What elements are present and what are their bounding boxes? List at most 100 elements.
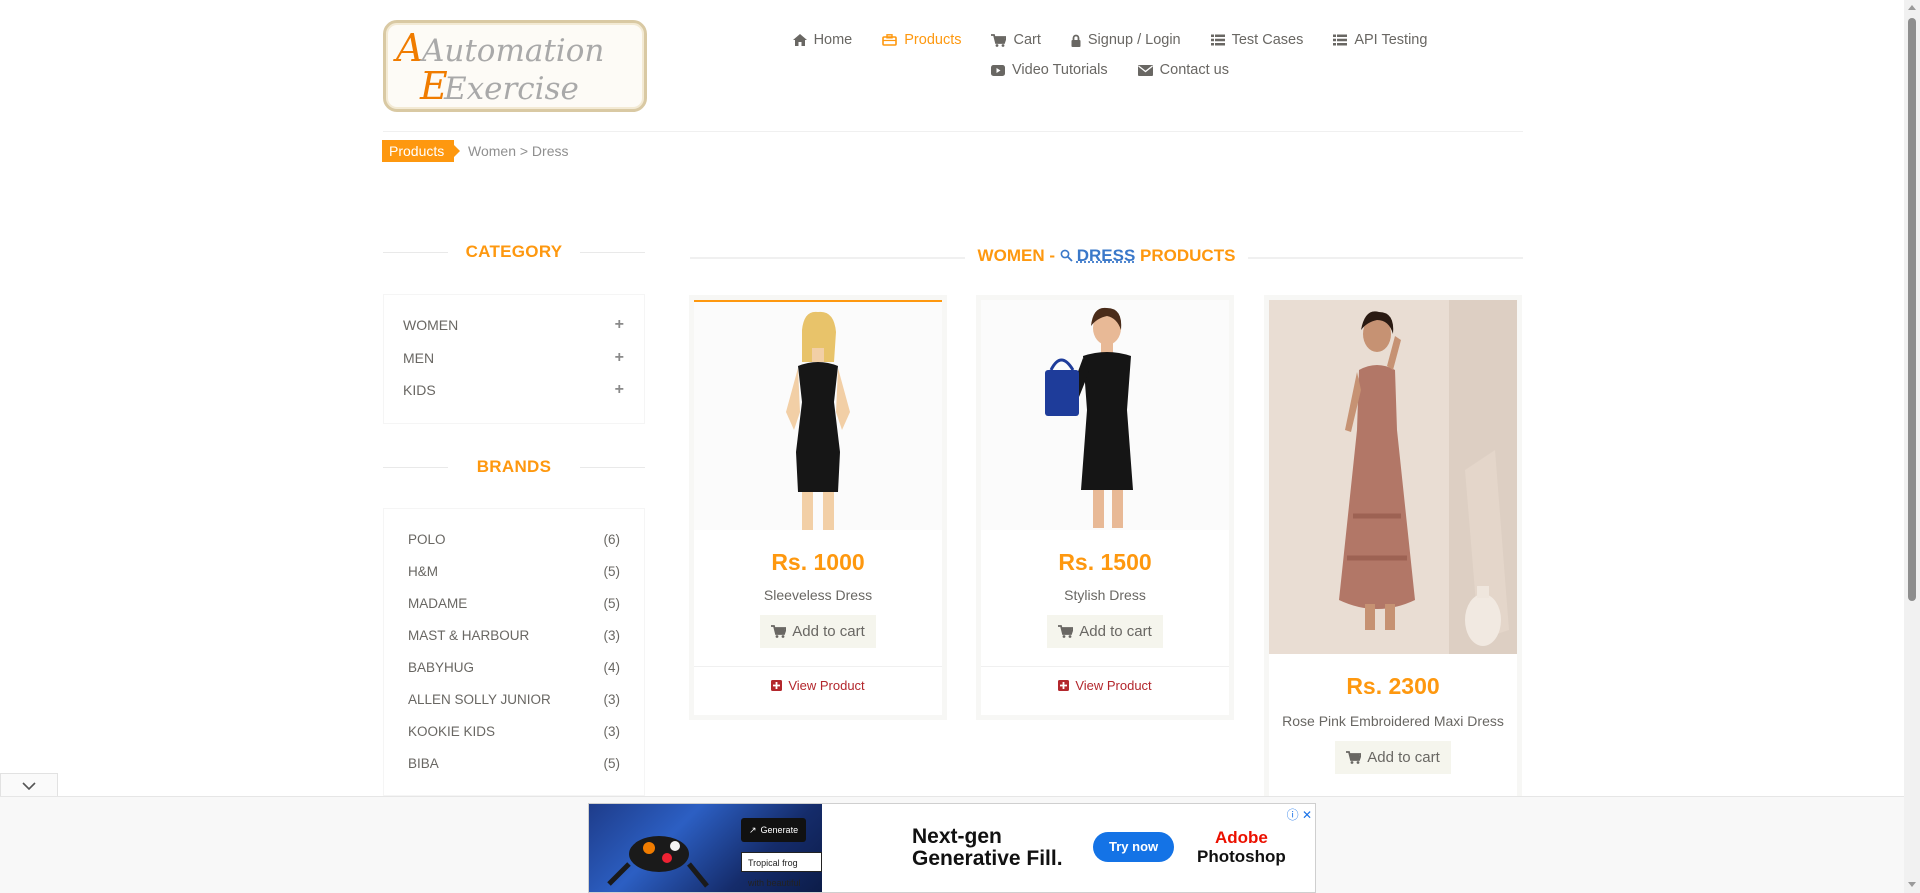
plus-icon[interactable]: + [615,349,624,367]
ad-prompt-chip: Tropical frog with beautiful detail... [741,852,822,888]
product-image [981,300,1229,530]
plus-square-icon [1058,680,1070,691]
youtube-icon [991,64,1005,76]
brand-polo[interactable]: POLO (6) [384,523,644,555]
nav-row-2: Video Tutorials Contact us [760,58,1460,82]
envelope-icon [1137,64,1153,76]
scroll-down-arrow-icon[interactable] [1908,882,1916,887]
category-label: KIDS [403,382,436,399]
category-label: MEN [403,349,435,366]
category-kids[interactable]: KIDS + [384,374,644,407]
brand-name: BABYHUG [408,659,475,675]
view-product-link[interactable]: View Product [981,666,1229,704]
breadcrumb-path: Women > Dress [468,143,569,159]
brand-name: H&M [408,563,438,579]
main-nav: Home Products Cart Signup / Login Test C… [760,28,1460,82]
plus-icon[interactable]: + [615,316,624,334]
brand-count: (5) [603,755,621,771]
scroll-up-arrow-icon[interactable] [1908,5,1916,10]
category-men[interactable]: MEN + [384,342,644,375]
list-icon [1210,34,1225,46]
plus-square-icon [771,680,783,691]
nav-contact-us[interactable]: Contact us [1137,58,1229,82]
add-to-cart-label: Add to cart [1367,749,1440,766]
search-icon[interactable] [1060,249,1073,262]
ad-try-now-button[interactable]: Try now [1093,832,1175,862]
nav-test-cases[interactable]: Test Cases [1210,28,1303,52]
product-name: Rose Pink Embroidered Maxi Dress [1282,713,1504,729]
nav-signup-login-label: Signup / Login [1087,32,1181,48]
heading-link-dress[interactable]: DRESS [1077,246,1136,265]
product-image [1269,300,1517,654]
nav-video-tutorials[interactable]: Video Tutorials [991,58,1108,82]
product-name: Sleeveless Dress [763,587,873,603]
header-divider [383,131,1523,132]
products-heading: WOMEN - DRESS PRODUCTS [690,246,1523,266]
ad-close-icon[interactable]: ⓘ ✕ [1287,806,1312,823]
brand-name: ALLEN SOLLY JUNIOR [408,691,551,707]
nav-cart[interactable]: Cart [991,28,1041,52]
brand-count: (3) [603,723,621,739]
product-price: Rs. 1000 [771,549,865,575]
ad-brand: Adobe Photoshop [1197,828,1286,866]
product-price: Rs. 1500 [1058,549,1152,575]
product-price: Rs. 2300 [1346,673,1440,699]
ad-headline: Next-gen Generative Fill. [912,825,1063,870]
page-scrollbar[interactable] [1904,0,1920,893]
breadcrumb-tag: Products [382,140,461,162]
nav-api-testing-label: API Testing [1354,32,1428,48]
brand-madame[interactable]: MADAME (5) [384,587,644,619]
ad-collapse-toggle[interactable] [0,773,58,797]
brand-mast-harbour[interactable]: MAST & HARBOUR (3) [384,619,644,651]
nav-signup-login[interactable]: Signup / Login [1071,28,1181,52]
brand-name: BIBA [408,755,439,771]
brand-kookie-kids[interactable]: KOOKIE KIDS (3) [384,715,644,747]
ad-generate-chip: ↗ Generate [741,818,807,842]
site-logo[interactable]: A Automation E Exercise [383,20,647,112]
brands-panel: POLO (6) H&M (5) MADAME (5) MAST & HARBOUR (… [383,508,645,796]
brand-name: MAST & HARBOUR [408,627,530,643]
brand-count: (6) [603,531,621,547]
view-product-label: View Product [1075,678,1152,693]
nav-home-label: Home [813,32,853,48]
category-women[interactable]: WOMEN + [384,309,644,342]
brand-name: POLO [408,531,446,547]
add-to-cart-button[interactable]: Add to cart [1047,615,1163,648]
logo-text-line2: Exercise [443,71,579,107]
add-to-cart-label: Add to cart [1079,623,1152,640]
product-card: Rs. 1000 Sleeveless Dress Add to cart Vi… [689,295,947,720]
plus-icon[interactable]: + [615,381,624,399]
brands-title: BRANDS [383,457,645,477]
view-product-link[interactable]: View Product [694,666,942,704]
nav-contact-us-label: Contact us [1159,62,1229,78]
scroll-thumb[interactable] [1908,18,1916,601]
brand-count: (5) [603,595,621,611]
add-to-cart-label: Add to cart [792,623,865,640]
brand-count: (3) [603,691,621,707]
add-to-cart-button[interactable]: Add to cart [1335,741,1451,774]
nav-cart-label: Cart [1013,32,1041,48]
svg-text:A: A [393,26,423,70]
nav-home[interactable]: Home [792,28,853,52]
product-card: Rs. 1500 Stylish Dress Add to cart View … [976,295,1234,720]
ad-banner[interactable]: ↗Generate Tropical frog with beautiful d… [588,803,1316,893]
nav-row-1: Home Products Cart Signup / Login Test C… [760,28,1460,52]
product-card: Rs. 2300 Rose Pink Embroidered Maxi Dres… [1264,295,1522,796]
cart-icon [1346,751,1362,764]
nav-api-testing[interactable]: API Testing [1333,28,1427,52]
brand-count: (3) [603,627,621,643]
add-to-cart-button[interactable]: Add to cart [760,615,876,648]
category-title: CATEGORY [383,242,645,262]
cart-icon [1058,625,1074,638]
heading-prefix: WOMEN - [977,246,1055,265]
nav-products[interactable]: Products [882,28,961,52]
brand-babyhug[interactable]: BABYHUG (4) [384,651,644,683]
lock-icon [1071,34,1081,47]
cart-icon [771,625,787,638]
brand-name: KOOKIE KIDS [408,723,496,739]
chevron-down-icon [22,781,36,790]
home-icon [792,34,807,46]
brand-allen-solly-junior[interactable]: ALLEN SOLLY JUNIOR (3) [384,683,644,715]
brand-biba[interactable]: BIBA (5) [384,747,644,779]
brand-hm[interactable]: H&M (5) [384,555,644,587]
